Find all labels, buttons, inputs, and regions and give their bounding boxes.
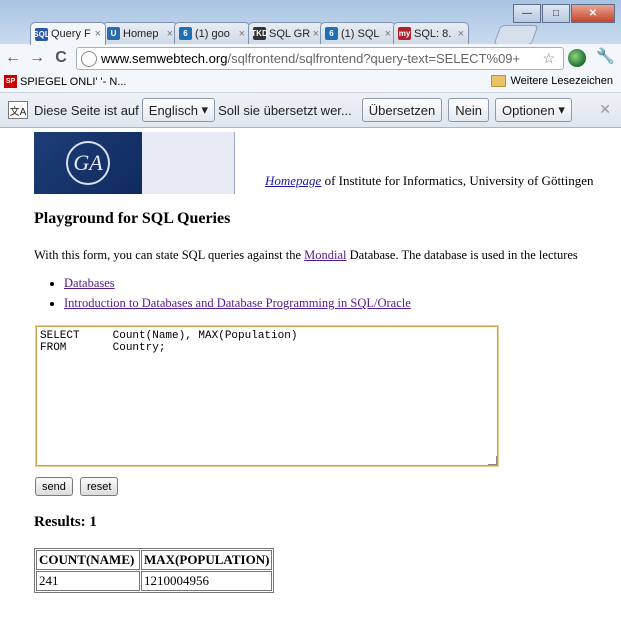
no-button[interactable]: Nein <box>448 98 489 122</box>
window-controls: — □ ✕ <box>512 4 615 23</box>
translate-text-2: Soll sie übersetzt wer... <box>218 102 352 118</box>
close-icon[interactable]: ✕ <box>599 101 611 118</box>
seal-icon: GA <box>66 141 110 185</box>
bookmarks-bar: SP SPIEGEL ONLI' '- N... Weitere Lesezei… <box>0 72 621 93</box>
tab-label: (1) SQL <box>341 27 380 40</box>
results-table: COUNT(NAME) MAX(POPULATION) 241 12100049… <box>34 548 275 593</box>
table-header-row: COUNT(NAME) MAX(POPULATION) <box>36 550 273 570</box>
tab-close-icon[interactable]: × <box>458 28 464 40</box>
tab-close-icon[interactable]: × <box>239 28 245 40</box>
extension-icon[interactable] <box>568 49 586 67</box>
tab-close-icon[interactable]: × <box>385 28 391 40</box>
browser-window: SQL Query F × U Homep × 6 (1) goo × TKD SQL GR × 6 (1… <box>0 0 621 630</box>
options-label: Optionen <box>501 102 555 118</box>
url-path: /sqlfrontend/sqlfrontend?query-text=SELE… <box>227 51 521 66</box>
intro-databases-link[interactable]: Introduction to Databases and Database P… <box>64 296 411 310</box>
mondial-link[interactable]: Mondial <box>304 248 346 262</box>
tab-close-icon[interactable]: × <box>95 28 101 40</box>
wrench-menu-icon[interactable]: 🔧 <box>596 47 615 65</box>
language-label: Englisch <box>148 102 198 118</box>
logo-banner <box>142 132 234 194</box>
tab-label: Query F <box>51 28 91 40</box>
tab-2[interactable]: U Homep × <box>102 22 178 44</box>
intro-suffix: Database. The database is used in the le… <box>346 248 578 262</box>
tab-1[interactable]: SQL Query F × <box>30 22 106 45</box>
table-cell: 241 <box>36 571 140 591</box>
translate-button[interactable]: Übersetzen <box>361 98 443 122</box>
list-item: Databases <box>64 276 411 291</box>
tab-label: SQL: 8. <box>414 27 452 40</box>
tkd-icon: TKD <box>251 27 268 40</box>
tab-close-icon[interactable]: × <box>167 28 173 40</box>
options-button[interactable]: Optionen ▾ <box>494 98 572 122</box>
page-title: Playground for SQL Queries <box>34 210 231 227</box>
page-content: GA Homepage of Institute for Informatics… <box>0 128 621 630</box>
tab-5[interactable]: 6 (1) SQL × <box>320 22 396 44</box>
back-arrow-icon[interactable]: ← <box>2 47 24 69</box>
translate-text-1: Diese Seite ist auf <box>34 102 139 118</box>
chevron-down-icon: ▾ <box>201 102 209 117</box>
toolbar: ← → C www.semwebtech.org/sqlfrontend/sql… <box>0 44 621 72</box>
table-cell: 1210004956 <box>141 571 273 591</box>
reset-button[interactable]: reset <box>80 477 119 496</box>
reload-icon[interactable]: C <box>50 47 72 69</box>
resize-handle-icon[interactable] <box>488 456 497 465</box>
bookmark-label: SPIEGEL ONLI' '- N... <box>20 75 127 88</box>
spiegel-icon: SP <box>4 75 17 88</box>
column-header: MAX(POPULATION) <box>141 550 273 570</box>
close-window-button[interactable]: ✕ <box>571 4 615 23</box>
mysql-icon: my <box>398 27 411 40</box>
intro-text: With this form, you can state SQL querie… <box>34 248 578 263</box>
divider <box>234 132 235 194</box>
maximize-button[interactable]: □ <box>542 4 570 23</box>
databases-link[interactable]: Databases <box>64 276 115 290</box>
lecture-links: Databases Introduction to Databases and … <box>50 276 411 316</box>
forward-arrow-icon[interactable]: → <box>26 47 48 69</box>
folder-icon <box>491 75 507 87</box>
address-bar[interactable]: www.semwebtech.org/sqlfrontend/sqlfronte… <box>76 47 564 70</box>
homepage-link[interactable]: Homepage <box>265 173 321 188</box>
tab-4[interactable]: TKD SQL GR × <box>248 22 324 44</box>
tab-close-icon[interactable]: × <box>313 28 319 40</box>
list-item: Introduction to Databases and Database P… <box>64 296 411 311</box>
tab-3[interactable]: 6 (1) goo × <box>174 22 250 44</box>
tab-label: Homep <box>123 27 159 40</box>
tab-label: SQL GR <box>269 27 311 40</box>
homepage-suffix: of Institute for Informatics, University… <box>321 173 594 188</box>
column-header: COUNT(NAME) <box>36 550 140 570</box>
university-logo: GA <box>34 132 142 194</box>
translate-bar: 文A Diese Seite ist auf Englisch ▾ Soll s… <box>0 93 621 128</box>
bookmark-spiegel[interactable]: SP SPIEGEL ONLI' '- N... <box>4 75 127 88</box>
facebook-like-icon: 6 <box>179 27 192 40</box>
new-tab-button[interactable] <box>493 25 539 45</box>
tab-6[interactable]: my SQL: 8. × <box>393 22 469 44</box>
tab-label: (1) goo <box>195 27 230 40</box>
chevron-down-icon: ▾ <box>558 102 565 117</box>
facebook-like-icon: 6 <box>325 27 338 40</box>
minimize-button[interactable]: — <box>513 4 541 23</box>
sql-icon: SQL <box>33 27 50 41</box>
other-bookmarks-folder[interactable]: Weitere Lesezeichen <box>491 75 613 87</box>
results-title: Results: 1 <box>34 514 97 530</box>
folder-label: Weitere Lesezeichen <box>510 75 613 87</box>
tab-strip: SQL Query F × U Homep × 6 (1) goo × TKD SQL GR × 6 (1… <box>0 0 621 45</box>
page-icon <box>81 50 97 67</box>
language-select[interactable]: Englisch ▾ <box>141 98 216 122</box>
send-button[interactable]: send <box>35 477 73 496</box>
intro-prefix: With this form, you can state SQL querie… <box>34 248 305 262</box>
bookmark-star-icon[interactable]: ☆ <box>542 50 555 67</box>
translate-icon: 文A <box>8 101 28 119</box>
globe-icon: U <box>107 27 120 40</box>
table-row: 241 1210004956 <box>36 571 273 591</box>
sql-query-input[interactable]: SELECT Count(Name), MAX(Population) FROM… <box>36 326 498 466</box>
url-domain: www.semwebtech.org <box>101 51 228 66</box>
homepage-line: Homepage of Institute for Informatics, U… <box>265 173 594 189</box>
